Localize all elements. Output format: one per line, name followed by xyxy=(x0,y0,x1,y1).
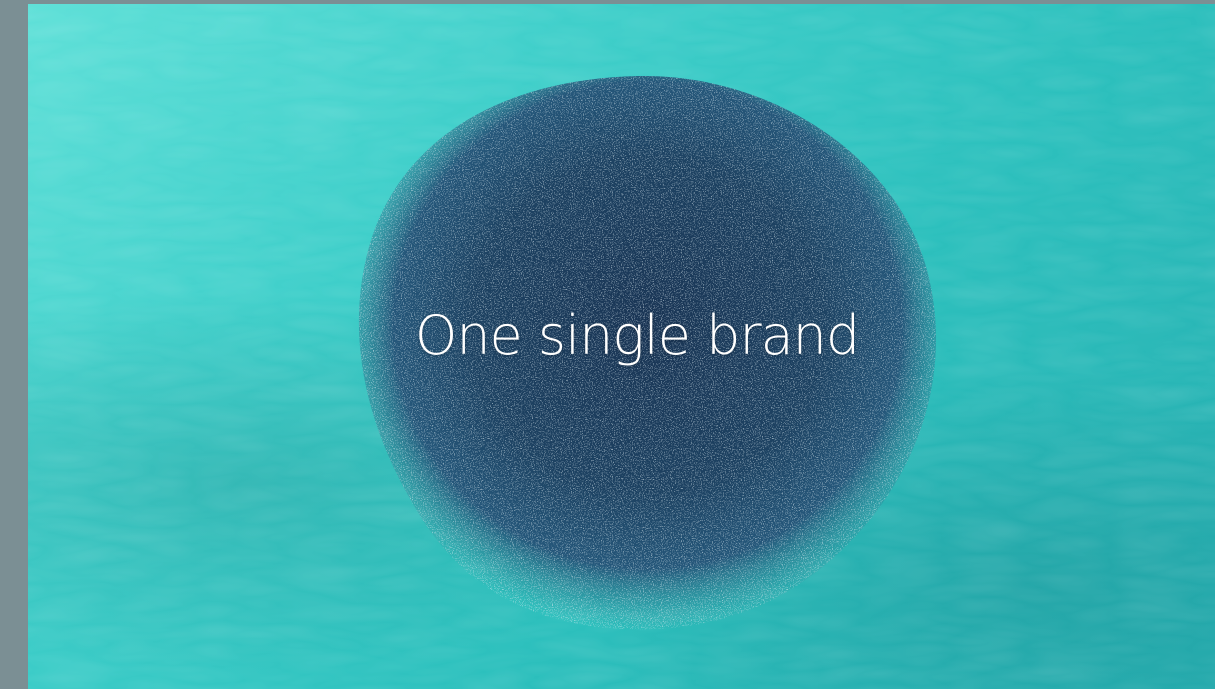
hero-image: One single brand xyxy=(28,4,1215,689)
page-frame: One single brand xyxy=(0,0,1215,689)
hero-headline: One single brand xyxy=(414,304,860,367)
